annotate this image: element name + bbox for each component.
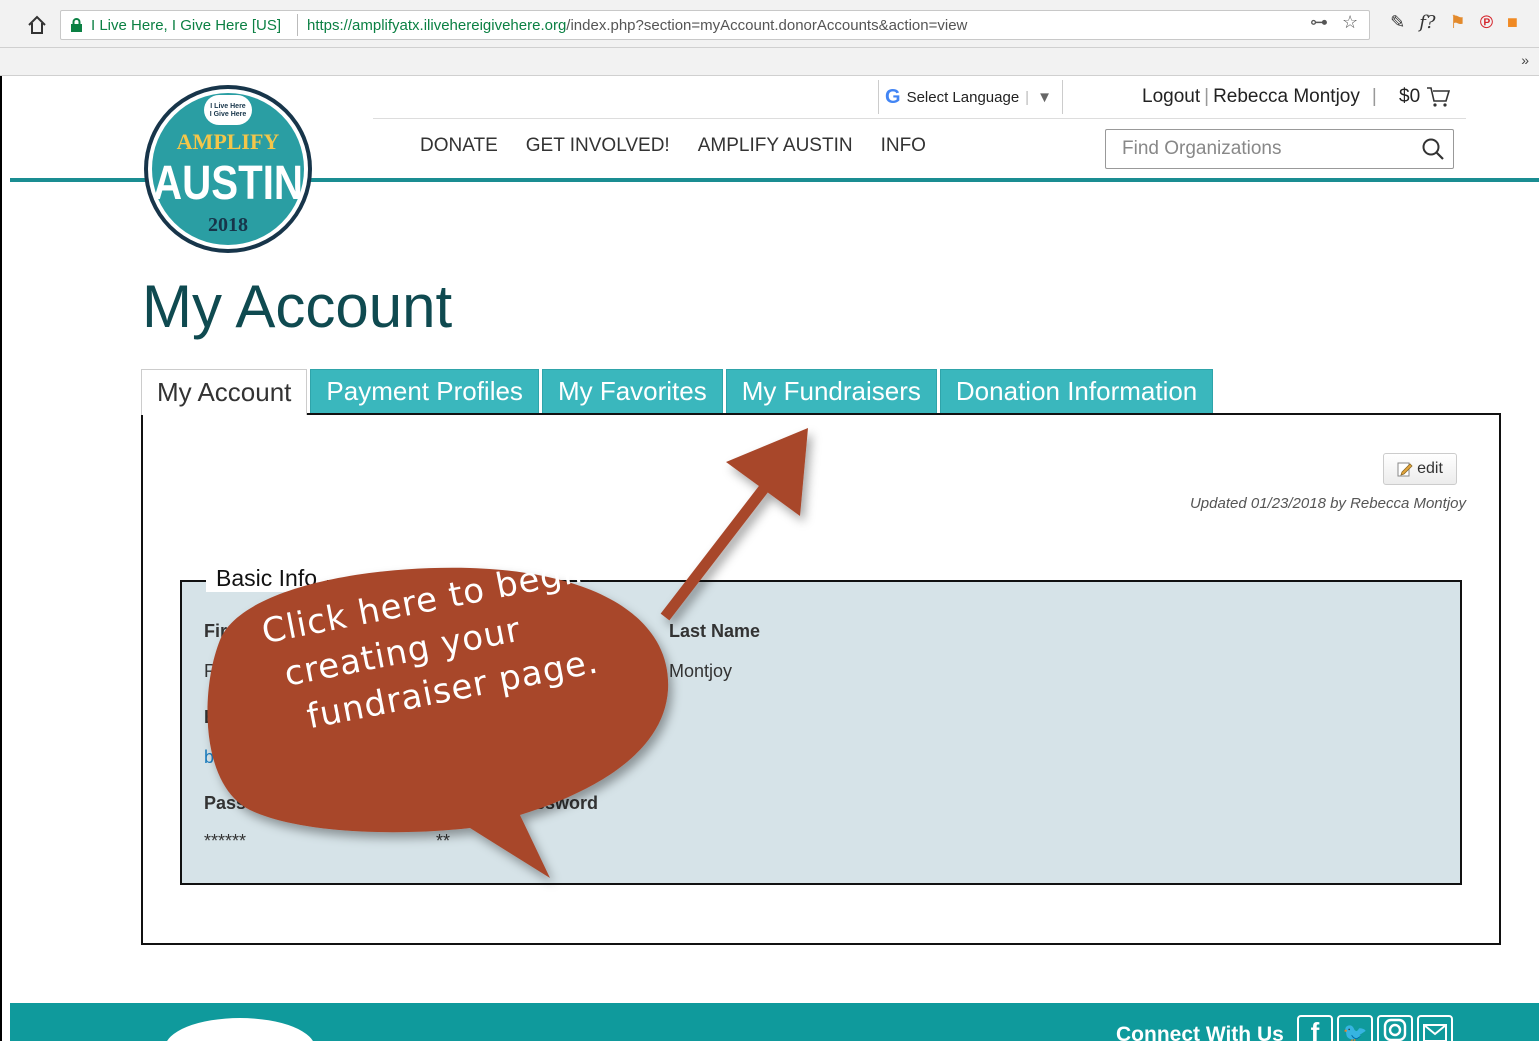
cart-icon — [1427, 87, 1451, 107]
lock-icon — [71, 18, 82, 32]
browser-toolbar: I Live Here, I Give Here [US] https://am… — [0, 0, 1539, 48]
site-footer: Connect With Us f 🐦 — [10, 1003, 1539, 1041]
updated-note: Updated 01/23/2018 by Rebecca Montjoy — [1189, 495, 1466, 512]
email-icon[interactable] — [1417, 1015, 1453, 1041]
google-icon: G — [885, 85, 901, 108]
cart-button[interactable]: $0 — [1399, 86, 1451, 108]
last-name-value: Montjoy — [669, 661, 733, 681]
footer-logo[interactable] — [165, 1018, 315, 1041]
extension-rss-icon[interactable]: ■ — [1507, 12, 1518, 33]
bookmarks-bar: » — [0, 48, 1539, 76]
amplify-austin-logo[interactable]: I Live Here I Give Here AMPLIFY AUSTIN 2… — [142, 83, 314, 255]
cart-amount: $0 — [1399, 86, 1421, 107]
confirm-password-label: ssword — [535, 793, 599, 813]
language-selector[interactable]: G Select Language | ▼ — [878, 80, 1063, 114]
page-title: My Account — [142, 273, 453, 340]
nav-donate[interactable]: DONATE — [420, 135, 498, 157]
twitter-icon[interactable]: 🐦 — [1337, 1015, 1373, 1041]
email-label: E — [204, 707, 217, 727]
address-bar[interactable]: I Live Here, I Give Here [US] https://am… — [60, 10, 1370, 40]
last-name-label: Last Name — [669, 621, 761, 641]
extension-icons: ⊶ ☆ ✎ f? ⚑ ℗ ■ — [1310, 12, 1518, 33]
logo-badge-text: I Live Here — [210, 103, 246, 110]
instagram-icon[interactable] — [1377, 1015, 1413, 1041]
home-icon[interactable] — [26, 14, 48, 36]
basic-info-legend: Basic Info — [206, 565, 327, 592]
tab-payment-profiles[interactable]: Payment Profiles — [310, 369, 539, 413]
edit-icon — [1397, 462, 1413, 477]
nav-info[interactable]: INFO — [881, 135, 926, 157]
tab-donation-information[interactable]: Donation Information — [939, 369, 1214, 413]
nav-get-involved[interactable]: GET INVOLVED! — [526, 135, 670, 157]
url-separator — [297, 14, 298, 36]
tab-my-favorites[interactable]: My Favorites — [541, 369, 723, 413]
account-tabs: My Account Payment Profiles My Favorites… — [141, 369, 1214, 415]
pinterest-icon[interactable]: ℗ — [1480, 12, 1493, 33]
site-identity: I Live Here, I Give Here [US] — [91, 17, 282, 34]
svg-text:I Give Here: I Give Here — [210, 111, 247, 118]
logout-link[interactable]: Logout — [1142, 86, 1200, 107]
first-name-value: Re — [204, 661, 228, 681]
logo-year: 2018 — [208, 214, 248, 236]
connect-label: Connect With Us — [1116, 1023, 1284, 1041]
tab-my-fundraisers[interactable]: My Fundraisers — [725, 369, 937, 413]
password-label: Passwo — [204, 793, 272, 813]
password-value: ****** — [204, 831, 247, 851]
url-text[interactable]: https://amplifyatx.ilivehereigivehere.or… — [307, 17, 967, 34]
tab-my-account[interactable]: My Account — [141, 369, 308, 415]
key-icon[interactable]: ⊶ — [1310, 12, 1328, 33]
header-top-line — [373, 118, 1466, 119]
account-links: Logout | Rebecca Montjoy | — [1142, 86, 1377, 107]
bookmarks-overflow-icon[interactable]: » — [1521, 52, 1529, 68]
extension-flag-icon[interactable]: ⚑ — [1450, 12, 1466, 33]
confirm-password-value: ** — [436, 831, 451, 851]
facebook-icon[interactable]: f — [1297, 1015, 1333, 1041]
user-name-link[interactable]: Rebecca Montjoy — [1213, 86, 1360, 107]
search-icon[interactable] — [1421, 137, 1445, 161]
chevron-down-icon: ▼ — [1037, 88, 1052, 106]
logo-word-amplify: AMPLIFY — [177, 129, 280, 154]
edit-button[interactable]: edit — [1383, 453, 1457, 485]
search-box — [1105, 129, 1454, 169]
logo-word-austin: AUSTIN — [153, 157, 303, 210]
extension-pen-icon[interactable]: ✎ — [1390, 12, 1405, 33]
main-nav: DONATE GET INVOLVED! AMPLIFY AUSTIN INFO — [420, 135, 926, 157]
search-input[interactable] — [1106, 130, 1406, 168]
email-value[interactable]: be — [204, 747, 224, 768]
star-icon[interactable]: ☆ — [1342, 12, 1358, 33]
edit-label: edit — [1417, 460, 1443, 477]
language-label: Select Language — [906, 88, 1020, 106]
nav-amplify-austin[interactable]: AMPLIFY AUSTIN — [698, 135, 853, 157]
extension-f-icon[interactable]: f? — [1419, 12, 1435, 33]
